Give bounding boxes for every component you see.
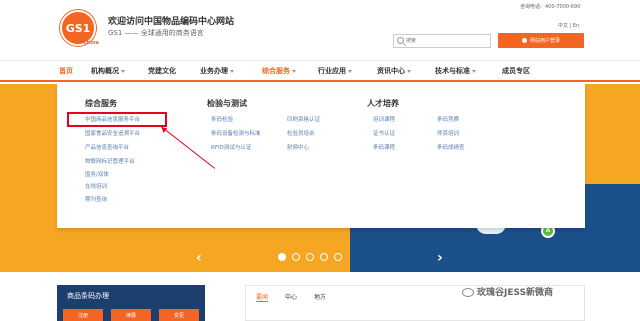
link-score-query[interactable]: 条码成绩查 — [437, 143, 465, 151]
search-input[interactable] — [406, 36, 486, 46]
link-product-query[interactable]: 产品信息查询平台 — [85, 143, 129, 151]
search-icon[interactable] — [397, 37, 404, 44]
nav-tech-label: 技术与标准 — [435, 67, 470, 75]
nav-home[interactable]: 首页 — [59, 66, 73, 76]
register-button[interactable]: 注册 — [63, 309, 103, 321]
link-courses[interactable]: 培训课程 — [373, 115, 395, 123]
link-service-1[interactable]: 国务/双体 — [85, 170, 109, 178]
site-header: GS1 China 欢迎访问中国物品编码中心网站 GS1 —— 全球通用的商务语… — [0, 0, 640, 60]
pager-dot[interactable] — [306, 253, 314, 261]
link-inspector-training[interactable]: 检验员培训 — [287, 129, 315, 137]
col-title-services: 综合服务 — [85, 99, 117, 108]
nav-members[interactable]: 成员专区 — [502, 66, 530, 76]
nav-about-label: 机构概况 — [91, 67, 119, 75]
nav-business[interactable]: 业务办理 — [200, 66, 234, 76]
watermark-text: 玫瑰谷JESS新微商 — [477, 288, 554, 298]
language-switch[interactable]: 中文 | En — [558, 22, 579, 29]
nav-tech[interactable]: 技术与标准 — [435, 66, 476, 76]
nav-party[interactable]: 党建文化 — [148, 66, 176, 76]
link-rfid-test[interactable]: RFID测试与认证 — [211, 143, 251, 151]
pager-dot[interactable] — [292, 253, 300, 261]
link-competition[interactable]: 条码竞赛 — [437, 115, 459, 123]
chevron-down-icon — [230, 69, 234, 73]
tab-center[interactable]: 中心 — [285, 292, 297, 301]
nav-news-label: 资讯中心 — [377, 67, 405, 75]
site-title: 欢迎访问中国物品编码中心网站 — [108, 17, 235, 27]
chevron-down-icon — [348, 69, 352, 73]
search-box[interactable] — [393, 34, 491, 48]
pager-dot[interactable] — [334, 253, 342, 261]
logo-text: GS1 — [65, 21, 91, 35]
banner-prev-arrow[interactable]: ‹ — [196, 250, 202, 266]
nav-business-label: 业务办理 — [200, 67, 228, 75]
change-button[interactable]: 变更 — [159, 309, 199, 321]
wechat-icon — [462, 288, 474, 297]
login-button[interactable]: 网站用户登录 — [498, 33, 584, 48]
barcode-panel: 商品条码办理 注册 续展 变更 — [57, 285, 205, 321]
link-iot-platform[interactable]: 物联网标识管理平台 — [85, 157, 135, 165]
nav-news[interactable]: 资讯中心 — [377, 66, 411, 76]
link-certification[interactable]: 证书认证 — [373, 129, 395, 137]
banner-pager — [278, 253, 342, 261]
link-teacher-training[interactable]: 师资培训 — [437, 129, 459, 137]
link-rf-center[interactable]: 射频中心 — [287, 143, 309, 151]
renew-button[interactable]: 续展 — [111, 309, 151, 321]
highlight-annotation — [67, 112, 167, 127]
tab-local[interactable]: 地方 — [314, 292, 326, 301]
barcode-panel-title: 商品条码办理 — [67, 292, 109, 300]
nav-about[interactable]: 机构概况 — [91, 66, 125, 76]
chevron-down-icon — [121, 69, 125, 73]
nav-services-label: 综合服务 — [262, 67, 290, 75]
col-title-talent: 人才培养 — [367, 99, 399, 108]
link-barcode-course[interactable]: 条码课程 — [373, 143, 395, 151]
chevron-down-icon — [472, 69, 476, 73]
site-slogan: GS1 —— 全球通用的商务语言 — [108, 29, 204, 37]
link-food-trace-platform[interactable]: 国家食品安全追溯平台 — [85, 129, 140, 137]
logo-china-label: China — [83, 40, 99, 46]
col-title-testing: 检验与测试 — [207, 99, 247, 108]
link-online-training[interactable]: 在线培训 — [85, 182, 107, 190]
pager-dot[interactable] — [320, 253, 328, 261]
link-print-cert[interactable]: 印刷资格认证 — [287, 115, 320, 123]
nav-industry[interactable]: 行业应用 — [318, 66, 352, 76]
watermark: 玫瑰谷JESS新微商 — [462, 285, 553, 298]
login-label: 网站用户登录 — [529, 38, 560, 44]
banner-next-arrow[interactable]: › — [437, 250, 443, 266]
nav-services[interactable]: 综合服务 — [262, 66, 296, 76]
link-barcode-test[interactable]: 条码检验 — [211, 115, 233, 123]
services-dropdown: 综合服务 中国商品信息服务平台 国家食品安全追溯平台 产品信息查询平台 物联网标… — [57, 84, 585, 228]
nav-industry-label: 行业应用 — [318, 67, 346, 75]
pager-dot[interactable] — [278, 253, 286, 261]
link-device-test[interactable]: 条码设备检测与标准 — [211, 129, 261, 137]
chevron-down-icon — [292, 69, 296, 73]
user-icon — [521, 38, 527, 43]
hotline-text: 咨询电话：400-7000-690 — [520, 4, 581, 10]
link-journal-query[interactable]: 期刊查询 — [85, 195, 107, 203]
main-nav: 首页 机构概况 党建文化 业务办理 综合服务 行业应用 资讯中心 技术与标准 成… — [0, 60, 640, 82]
tab-headlines[interactable]: 要闻 — [256, 292, 269, 302]
chevron-down-icon — [407, 69, 411, 73]
